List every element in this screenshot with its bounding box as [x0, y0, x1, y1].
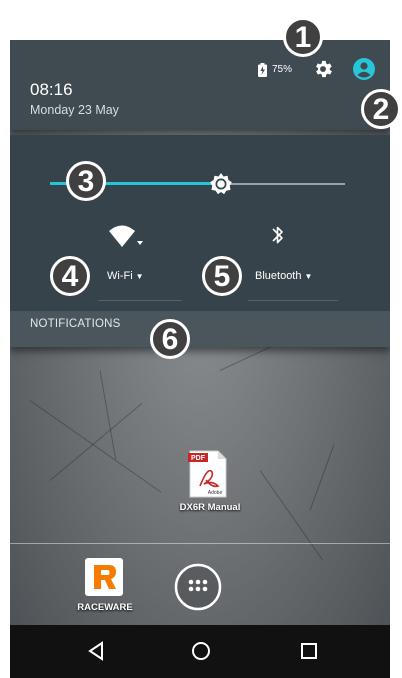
raceware-label: RACEWARE [77, 602, 133, 613]
notifications-label: NOTIFICATIONS [30, 318, 121, 330]
battery-percentage: 75% [272, 64, 293, 75]
bluetooth-label-text: Bluetooth [255, 270, 302, 282]
pdf-brand-text: Adobe [208, 490, 223, 496]
chevron-down-icon: ▼ [304, 272, 313, 281]
settings-gear-icon[interactable] [312, 58, 334, 80]
app-drawer-icon[interactable] [174, 563, 222, 611]
callout-2: 2 [361, 89, 401, 129]
bluetooth-tile-divider [248, 300, 338, 301]
recents-icon[interactable] [295, 637, 323, 665]
back-icon[interactable] [82, 637, 110, 665]
callout-4: 4 [50, 256, 90, 296]
raceware-app-icon[interactable] [85, 558, 123, 596]
home-icon[interactable] [187, 637, 215, 665]
wallpaper-texture [309, 444, 335, 511]
pdf-shortcut-label[interactable]: DX6R Manual [160, 502, 260, 513]
callout-6: 6 [150, 319, 190, 359]
bluetooth-tile-label[interactable]: Bluetooth ▼ [255, 270, 312, 282]
wallpaper-texture [99, 370, 117, 460]
quick-settings-header: 75% 08:16 Monday 23 May [10, 40, 390, 130]
brightness-icon[interactable] [208, 171, 234, 197]
quick-settings-panel: NOTIFICATIONS [10, 135, 390, 347]
bluetooth-icon[interactable] [268, 221, 288, 249]
page: { "status": { "time": "08:16", "date": "… [0, 0, 402, 678]
wifi-label-text: Wi-Fi [107, 270, 133, 282]
raceware-logo [94, 565, 116, 589]
chevron-down-icon: ▼ [135, 272, 144, 281]
wifi-icon[interactable] [105, 223, 145, 251]
wifi-tile-label[interactable]: Wi-Fi ▼ [107, 270, 144, 282]
pdf-badge-text: PDF [191, 455, 206, 462]
callout-3: 3 [66, 161, 106, 201]
callout-1: 1 [283, 17, 323, 57]
navigation-bar [10, 625, 390, 678]
dock-divider [10, 543, 390, 544]
clock-time: 08:16 [30, 80, 73, 99]
callout-5: 5 [202, 256, 242, 296]
user-account-icon[interactable] [352, 57, 376, 81]
battery-icon [258, 63, 267, 77]
clock-date: Monday 23 May [30, 103, 119, 117]
phone-screen: 75% 08:16 Monday 23 May NOTIFICATIONS Wi… [10, 40, 390, 678]
pdf-file-icon[interactable]: PDF Adobe [188, 450, 228, 498]
wifi-tile-divider [98, 300, 182, 301]
wallpaper-texture [259, 470, 324, 561]
